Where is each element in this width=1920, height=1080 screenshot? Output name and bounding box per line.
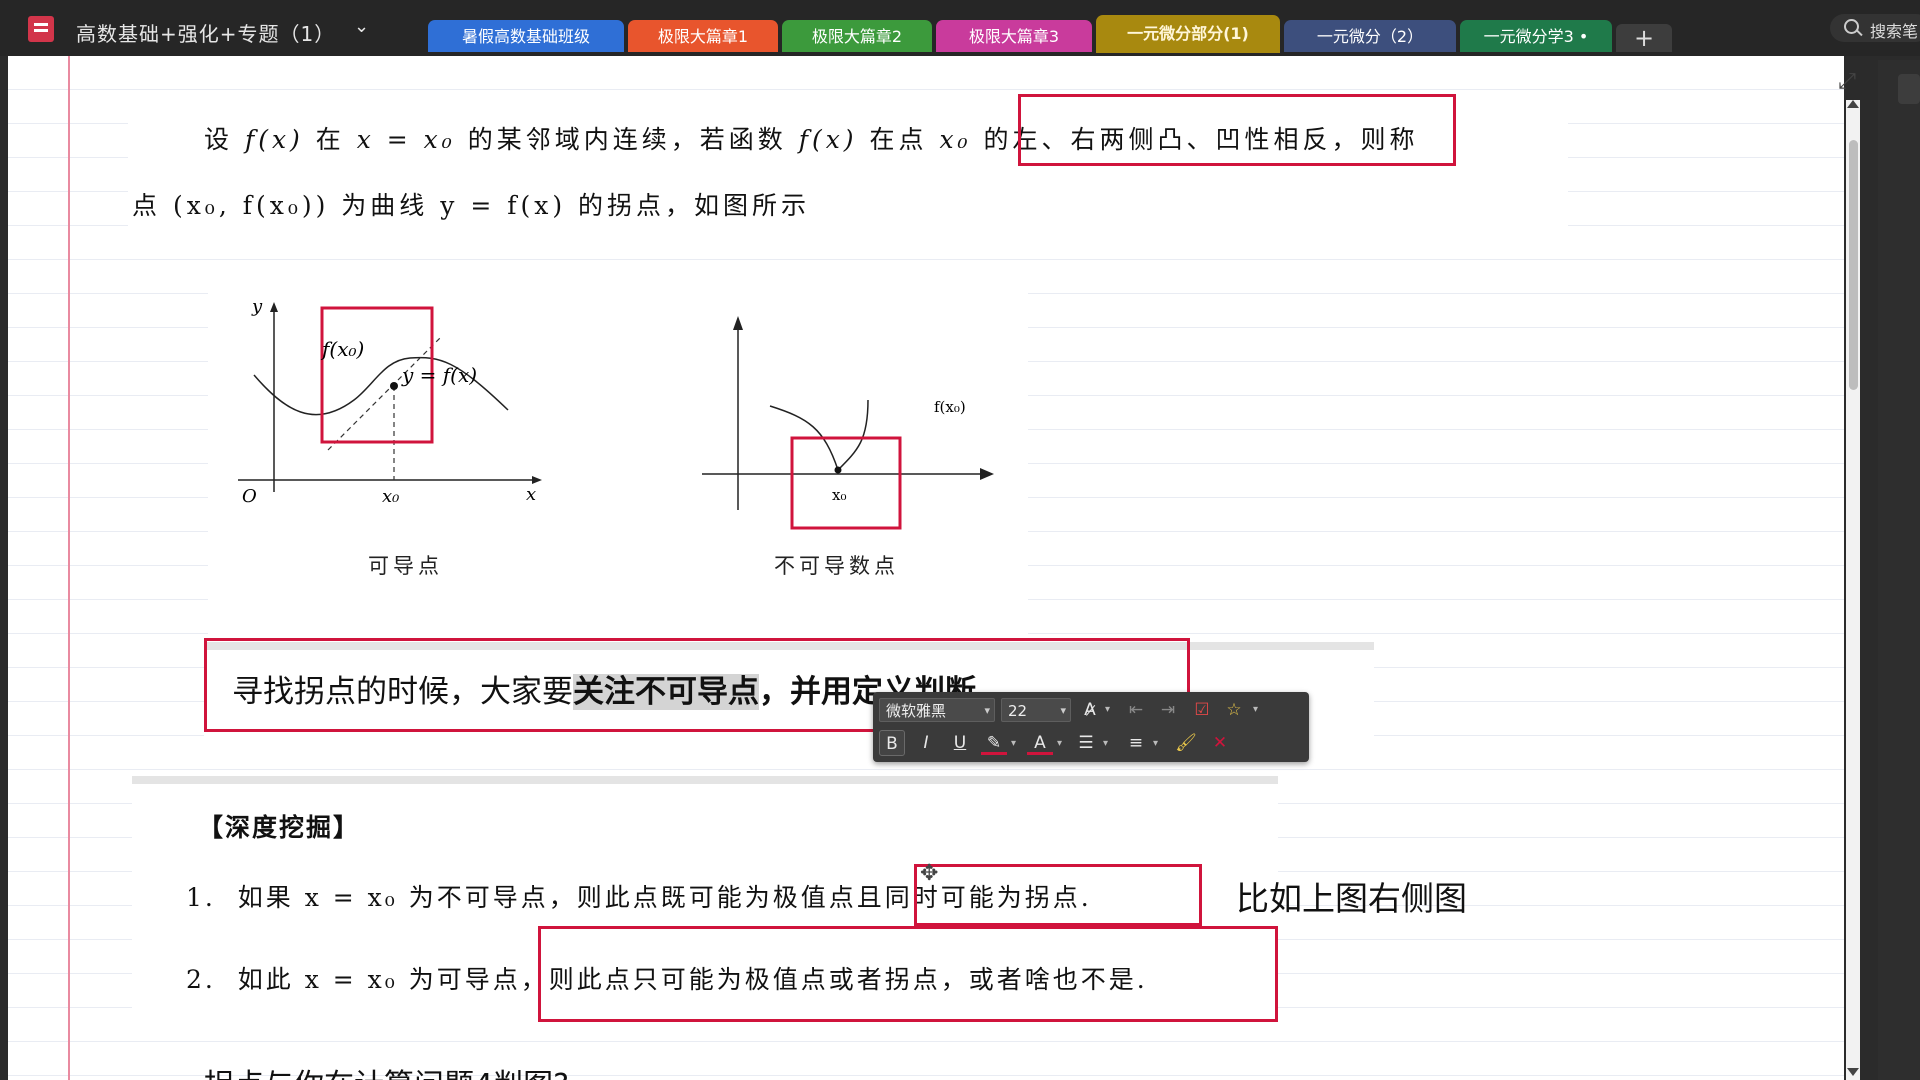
format-painter-icon[interactable]: 🖌 [1173,730,1199,756]
chevron-down-icon[interactable]: ⌄ [354,16,369,37]
curve-right-branch [837,399,869,471]
bullet-list-icon[interactable]: ☰ [1073,730,1099,756]
y-axis-arrow [270,302,278,312]
x0-label: x₀ [832,486,846,504]
scroll-down-arrow[interactable] [1847,1068,1859,1076]
fx0-label: f(x₀) [934,398,966,416]
highlighter-icon[interactable]: ✎ [981,730,1007,755]
underline-button[interactable]: U [947,730,973,756]
chevron-down-icon[interactable]: ▾ [1057,738,1062,749]
section-title-deep-dive: 【深度挖掘】 [198,813,361,842]
y-axis-arrow [733,316,743,330]
annotation-box-concavity [1018,94,1456,166]
checkbox-icon[interactable]: ☑ [1189,697,1215,723]
search-box[interactable]: 搜索笔 [1830,14,1920,42]
curve-label: y = f(x) [401,363,477,387]
notebook-title[interactable]: 高数基础+强化+专题（1） [76,18,335,47]
right-side-strip [1878,60,1920,1080]
side-panel-button[interactable] [1898,74,1920,104]
tab-limits-1[interactable]: 极限大篇章1 [628,20,778,52]
font-size-select[interactable]: 22 ▾ [1001,698,1071,722]
tab-differential-1[interactable]: 一元微分部分(1) [1096,15,1280,53]
chevron-down-icon[interactable]: ▾ [1105,704,1110,715]
search-placeholder: 搜索笔 [1870,22,1919,41]
text-style-icon[interactable]: A̷ [1077,697,1103,723]
y-axis-label: y [251,296,263,317]
margin-line [68,56,70,1080]
figure-left-caption: 可导点 [368,554,443,578]
chevron-down-icon[interactable]: ▾ [1103,738,1108,749]
figure-nondifferentiable: f(x₀) x₀ [702,316,994,530]
tab-summer-basics[interactable]: 暑假高数基础班级 [428,20,624,52]
note-page[interactable]: 设 f(x) 在 x = x₀ 的某邻域内连续，若函数 f(x) 在点 x₀ 的… [8,56,1844,1080]
add-tab-button[interactable]: + [1616,24,1672,52]
figure-differentiable: y x O x₀ f(x₀) y = f(x) [238,296,542,507]
outdent-icon[interactable]: ⇤ [1123,697,1149,723]
annotation-box-right-figure [790,436,902,530]
figure-right-caption: 不可导数点 [774,554,899,578]
expand-icon[interactable]: ⤢ [1835,70,1859,94]
partially-visible-line: 拐点与你在计算问题4判图? [204,1060,569,1080]
formatting-toolbar: 微软雅黑 ▾ 22 ▾ A̷ ▾ ⇤ ⇥ ☑ ☆ ▾ B I U ✎ ▾ A ▾ ☰… [873,692,1309,762]
cusp-point [834,466,842,474]
title-bar: 高数基础+强化+专题（1） ⌄ 暑假高数基础班级 极限大篇章1 极限大篇章2 极… [0,0,1920,56]
x-axis-arrow [980,468,994,480]
definition-line-2: 点 (x₀, f(x₀)) 为曲线 y = f(x) 的拐点，如图所示 [132,191,811,220]
x0-label: x₀ [382,486,399,507]
chevron-down-icon[interactable]: ▾ [1253,704,1258,715]
side-note: 比如上图右侧图 [1236,879,1467,918]
font-color-button[interactable]: A [1027,730,1053,755]
inflection-point [390,382,398,390]
tab-differential-3[interactable]: 一元微分学3 • [1460,20,1612,52]
fx0-label: f(x₀) [320,337,364,361]
tab-limits-3[interactable]: 极限大篇章3 [936,20,1092,52]
search-icon [1844,19,1859,34]
x-axis-label: x [526,484,536,505]
notebook-icon[interactable] [28,16,54,42]
chevron-down-icon[interactable]: ▾ [1153,738,1158,749]
tag-star-icon[interactable]: ☆ [1221,697,1247,723]
italic-button[interactable]: I [913,730,939,756]
scroll-up-arrow[interactable] [1847,100,1859,108]
chevron-down-icon[interactable]: ▾ [1011,738,1016,749]
x-axis-arrow [532,476,542,484]
scrollbar-thumb[interactable] [1849,140,1858,390]
origin-label: O [242,486,257,507]
indent-icon[interactable]: ⇥ [1155,697,1181,723]
deep-dive-container-handle[interactable] [132,776,1278,784]
move-cursor-icon: ✥ [920,861,939,886]
numbered-list-icon[interactable]: ≡ [1123,730,1149,756]
font-family-select[interactable]: 微软雅黑 ▾ [879,698,995,722]
annotation-box-item-2 [538,926,1278,1022]
tab-limits-2[interactable]: 极限大篇章2 [782,20,932,52]
annotation-box-item-1 [914,864,1202,926]
tab-differential-2[interactable]: 一元微分（2） [1284,20,1456,52]
clear-formatting-icon[interactable]: ✕ [1207,730,1233,756]
bold-button[interactable]: B [879,730,905,756]
